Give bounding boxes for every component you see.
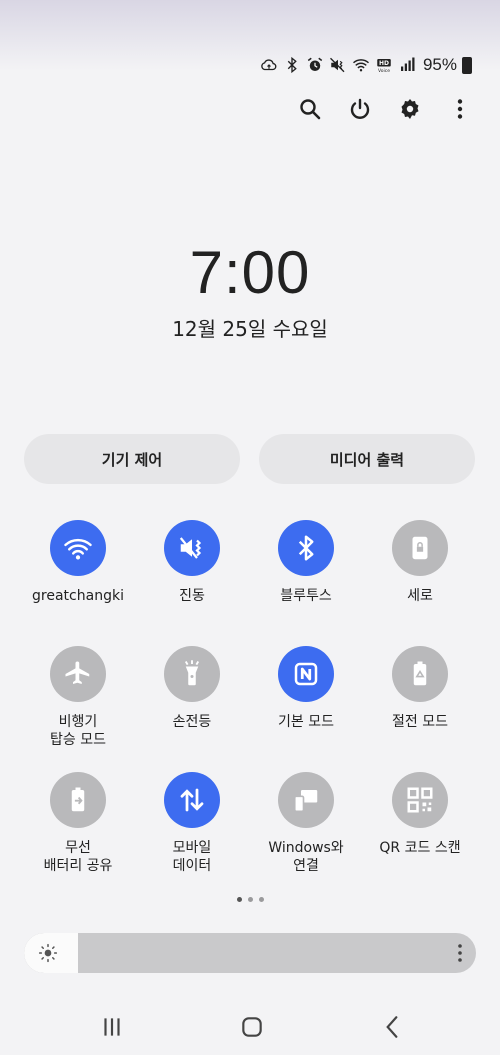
settings-icon [401, 99, 419, 119]
navigation-bar [0, 1000, 500, 1055]
recents-icon [104, 1018, 120, 1036]
tile-mobile-data[interactable]: 모바일 데이터 [135, 772, 249, 875]
settings-button[interactable] [398, 96, 422, 122]
svg-text:HD: HD [379, 60, 389, 67]
tile-link-to-windows[interactable]: Windows와 연결 [249, 772, 363, 875]
tile-label: 비행기 탑승 모드 [50, 714, 106, 748]
brightness-sun-icon [38, 943, 58, 963]
tile-label: Windows와 연결 [268, 840, 344, 874]
tile-label: 블루투스 [280, 588, 332, 604]
brightness-more-icon[interactable] [456, 941, 464, 965]
mobile-data-icon [164, 772, 220, 828]
tile-label: 손전등 [172, 714, 212, 730]
clock-date[interactable]: 12월 25일 수요일 [0, 313, 500, 342]
hd-voice-icon: HD Voice [375, 56, 393, 74]
nfc-icon [278, 646, 334, 702]
airplane-icon [50, 646, 106, 702]
quick-panel-actions [298, 96, 472, 122]
cloud-sync-icon [260, 56, 278, 74]
media-output-button[interactable]: 미디어 출력 [259, 434, 475, 484]
more-options-button[interactable] [448, 96, 472, 122]
page-indicator [0, 897, 500, 902]
search-icon [300, 99, 321, 120]
wifi-icon [352, 56, 370, 74]
power-button[interactable] [348, 96, 372, 122]
portrait-lock-icon [392, 520, 448, 576]
vibrate-icon [164, 520, 220, 576]
tile-airplane[interactable]: 비행기 탑승 모드 [21, 646, 135, 749]
tile-label: 모바일 데이터 [172, 840, 212, 874]
bluetooth-icon [278, 520, 334, 576]
tile-label: 절전 모드 [392, 714, 448, 730]
home-button[interactable] [237, 1014, 267, 1040]
back-icon [386, 1016, 398, 1038]
alarm-icon [306, 56, 324, 74]
page-dot [247, 897, 253, 902]
status-bar: HD Voice 95% [260, 55, 472, 75]
page-dot [258, 897, 264, 902]
recents-button[interactable] [97, 1014, 127, 1040]
more-vert-icon [457, 99, 463, 119]
wireless-powershare-icon [50, 772, 106, 828]
tile-nfc[interactable]: 기본 모드 [249, 646, 363, 731]
signal-icon [398, 56, 416, 74]
brightness-slider[interactable] [24, 933, 476, 973]
page-dot [236, 897, 242, 902]
battery-saver-icon [392, 646, 448, 702]
tile-wifi[interactable]: greatchangki [21, 520, 135, 605]
tile-label: 진동 [179, 588, 205, 604]
wifi-icon [50, 520, 106, 576]
bluetooth-icon [283, 56, 301, 74]
battery-percentage: 95% [422, 55, 457, 74]
tile-vibrate[interactable]: 진동 [135, 520, 249, 605]
tile-power-saving[interactable]: 절전 모드 [363, 646, 477, 731]
clock-time[interactable]: 7:00 [0, 238, 500, 307]
tile-label: 무선 배터리 공유 [43, 840, 113, 874]
tile-label: QR 코드 스캔 [379, 840, 461, 856]
tile-portrait[interactable]: 세로 [363, 520, 477, 605]
home-icon [242, 1017, 262, 1037]
link-to-windows-icon [278, 772, 334, 828]
back-button[interactable] [377, 1014, 407, 1040]
tile-label: 기본 모드 [278, 714, 334, 730]
tile-label: greatchangki [32, 588, 124, 604]
flashlight-icon [164, 646, 220, 702]
power-icon [350, 98, 370, 119]
tile-qr-scan[interactable]: QR 코드 스캔 [363, 772, 477, 857]
tile-label: 세로 [407, 588, 433, 604]
tile-bluetooth[interactable]: 블루투스 [249, 520, 363, 605]
qr-scan-icon [392, 772, 448, 828]
svg-text:Voice: Voice [378, 68, 390, 74]
tile-flashlight[interactable]: 손전등 [135, 646, 249, 731]
search-button[interactable] [298, 96, 322, 122]
battery-icon [462, 56, 472, 74]
vibrate-icon [329, 56, 347, 74]
tile-wireless-powershare[interactable]: 무선 배터리 공유 [21, 772, 135, 875]
device-control-button[interactable]: 기기 제어 [24, 434, 240, 484]
